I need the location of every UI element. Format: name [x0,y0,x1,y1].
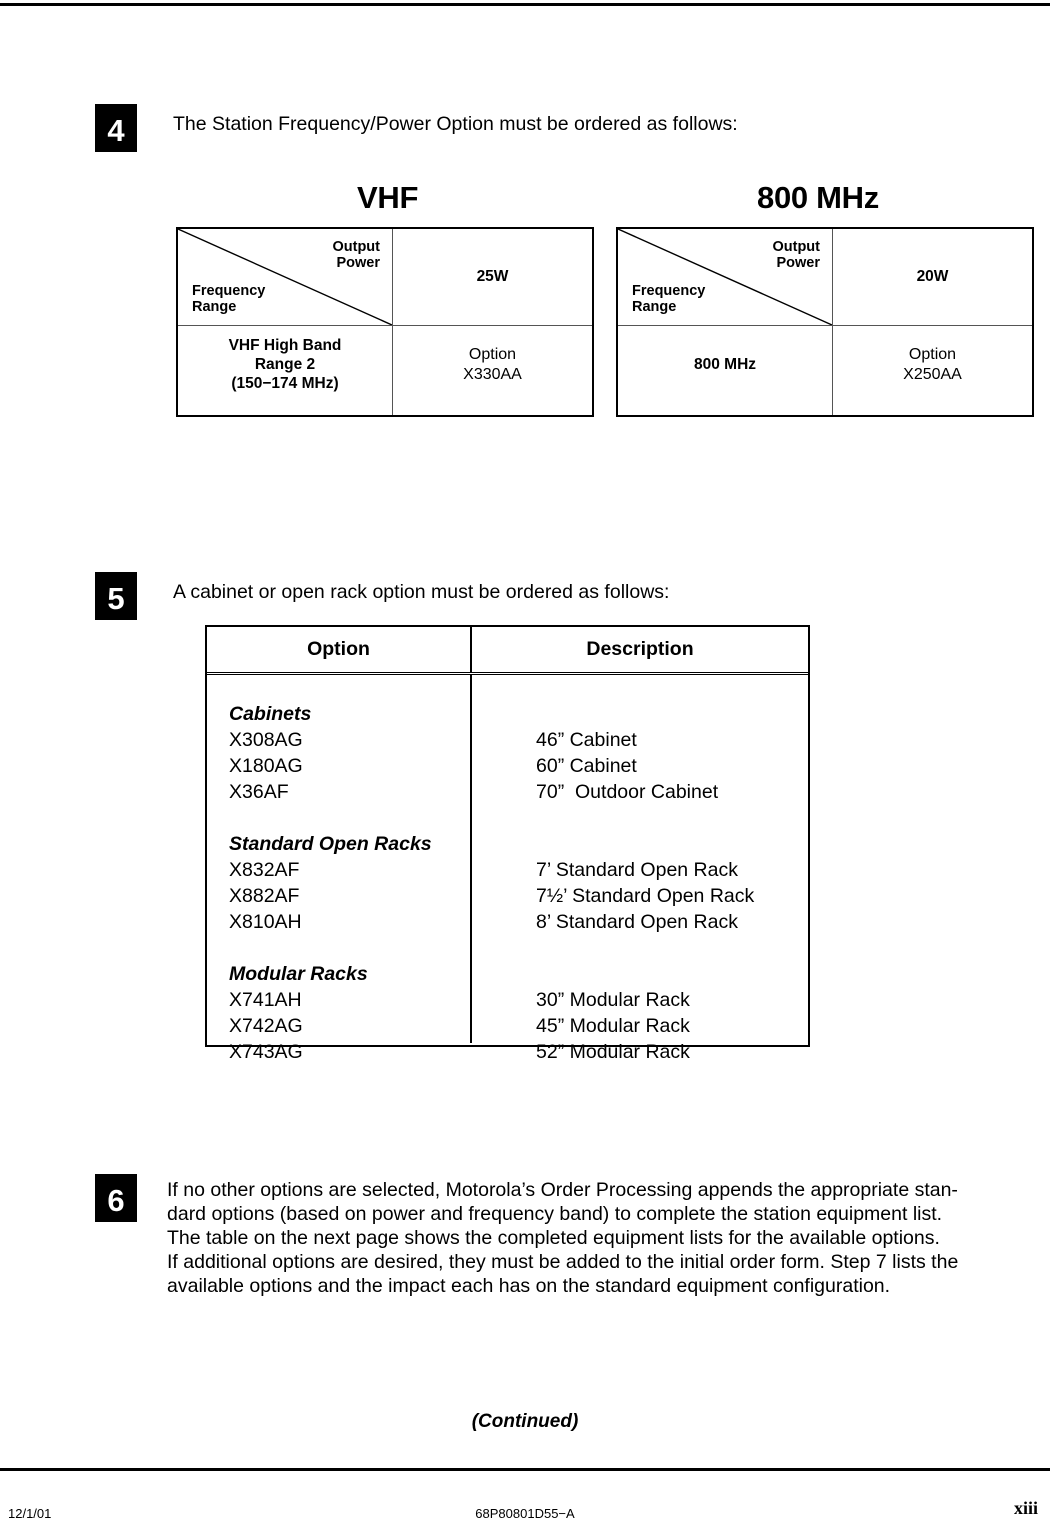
option-description: 45” Modular Rack [536,1015,690,1037]
option-code: X743AG [229,1041,303,1063]
option-description: 7½’ Standard Open Rack [536,885,755,907]
option-code: X308AG [229,729,303,751]
step-instruction-4: The Station Frequency/Power Option must … [173,113,738,135]
option-description: 30” Modular Rack [536,989,690,1011]
option-code: X180AG [229,755,303,777]
frequency-power-table-800mhz: Output Power Frequency Range 20W 800 MHz… [616,227,1034,417]
frequency-power-table-vhf: Output Power Frequency Range 25W VHF Hig… [176,227,594,417]
option-code: X741AH [229,989,302,1011]
option-description: 46” Cabinet [536,729,637,751]
band-title-800mhz: 800 MHz [757,180,879,215]
option-column: Cabinets X308AG X180AG X36AF Standard Op… [207,675,472,1063]
continued-label: (Continued) [471,1411,579,1432]
option-description: 7’ Standard Open Rack [536,859,738,881]
option-cell: Option X330AA [463,345,522,383]
frequency-range-label: Frequency Range [632,283,706,315]
step-instruction-6: If no other options are selected, Motoro… [167,1179,959,1297]
column-header-description: Description [586,638,694,660]
power-header-cell: 20W [916,268,949,285]
group-title-modular-racks: Modular Racks [229,963,368,985]
footer-rule [0,1468,1050,1471]
footer-part-number: 68P80801D55−A [475,1506,575,1521]
option-code: X36AF [229,781,289,803]
option-description-table: Option Description Cabinets X308AG X180A… [205,625,810,1063]
step-instruction-5: A cabinet or open rack option must be or… [173,581,670,603]
group-title-cabinets: Cabinets [229,703,312,725]
output-power-label: Output Power [772,239,820,271]
option-description: 60” Cabinet [536,755,637,777]
range-cell: VHF High Band Range 2 (150−174 MHz) [178,326,393,415]
band-title-vhf: VHF [357,180,419,215]
table-header-row: Output Power Frequency Range 20W [618,229,1032,326]
corner-header-cell: Output Power Frequency Range [178,229,393,325]
table-header-row: Output Power Frequency Range 25W [178,229,592,326]
table-row: 800 MHz Option X250AA [618,326,1032,415]
footer-page-number: xiii [1013,1498,1038,1518]
group-title-standard-open-racks: Standard Open Racks [229,833,432,855]
option-code: X882AF [229,885,300,907]
table-body: Cabinets X308AG X180AG X36AF Standard Op… [207,675,808,1063]
option-description: 8’ Standard Open Rack [536,911,738,933]
document-page: 4 The Station Frequency/Power Option mus… [0,0,1050,1532]
step-number-4: 4 [107,113,125,148]
column-header-option: Option [207,627,472,672]
output-power-label: Output Power [332,239,380,271]
description-column: 46” Cabinet 60” Cabinet 70” Outdoor Cabi… [472,675,808,1063]
step-badge-4: 4 [95,104,137,152]
option-description: 52” Modular Rack [536,1041,690,1063]
table-row: VHF High Band Range 2 (150−174 MHz) Opti… [178,326,592,415]
option-code: X810AH [229,911,302,933]
page-top-rule [0,3,1050,6]
option-code: X832AF [229,859,300,881]
frequency-range-label: Frequency Range [192,283,266,315]
step-number-5: 5 [107,581,125,616]
range-cell: 800 MHz [618,326,833,415]
step-badge-5: 5 [95,572,137,620]
option-code: X742AG [229,1015,303,1037]
table-header-row: Option Description [207,627,808,675]
step-badge-6: 6 [95,1174,137,1222]
option-description: 70” Outdoor Cabinet [536,781,719,803]
option-cell: Option X250AA [903,345,962,383]
step-number-6: 6 [107,1183,125,1218]
power-header-cell: 25W [476,268,509,285]
corner-header-cell: Output Power Frequency Range [618,229,833,325]
